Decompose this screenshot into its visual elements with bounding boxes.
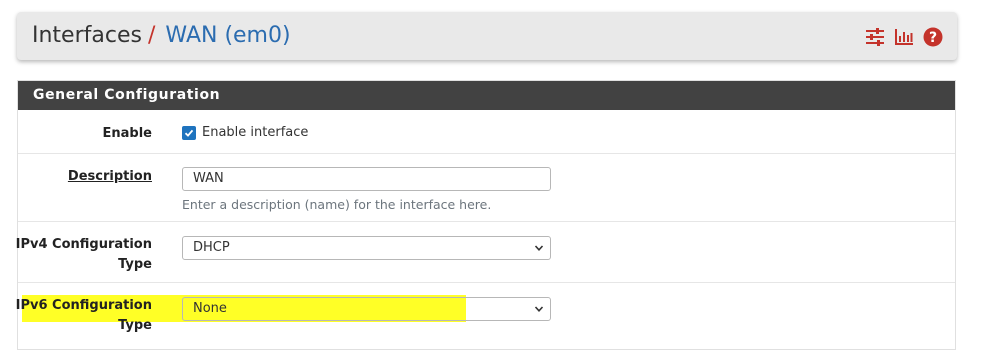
ipv6-selected-value: None bbox=[193, 301, 227, 316]
breadcrumb-interfaces[interactable]: Interfaces bbox=[32, 23, 142, 48]
description-label-text: Description bbox=[67, 169, 152, 184]
enable-row: Enable Enable interface bbox=[18, 110, 955, 154]
description-row: Description WAN Enter a description (nam… bbox=[18, 154, 955, 222]
ipv6-configuration-type-select[interactable]: None bbox=[182, 297, 551, 321]
breadcrumb-bar: Interfaces / WAN (em0) ? bbox=[17, 12, 957, 60]
enable-label: Enable bbox=[102, 126, 153, 141]
ipv4-selected-value: DHCP bbox=[193, 240, 230, 255]
description-field: WAN Enter a description (name) for the i… bbox=[182, 167, 551, 212]
header-actions: ? bbox=[865, 26, 943, 48]
checkmark-icon bbox=[184, 129, 194, 137]
chevron-down-icon bbox=[534, 245, 544, 251]
ipv4-label-line1: IPv4 Configuration bbox=[15, 237, 152, 252]
chevron-down-icon bbox=[534, 306, 544, 312]
description-input[interactable]: WAN bbox=[182, 167, 551, 191]
panel-title: General Configuration bbox=[18, 81, 955, 110]
enable-interface-label: Enable interface bbox=[202, 125, 309, 140]
svg-text:?: ? bbox=[929, 30, 937, 46]
description-label: Description bbox=[2, 167, 152, 187]
sliders-icon[interactable] bbox=[865, 27, 885, 47]
breadcrumb-current-page[interactable]: WAN (em0) bbox=[165, 23, 290, 48]
breadcrumb: Interfaces / WAN (em0) bbox=[32, 22, 291, 52]
ipv6-configuration-type-label: IPv6 Configuration Type bbox=[2, 296, 152, 336]
ipv4-configuration-type-label: IPv4 Configuration Type bbox=[2, 235, 152, 275]
ipv4-configuration-type-field: DHCP bbox=[182, 236, 551, 260]
ipv6-label-line2: Type bbox=[118, 318, 152, 333]
ipv6-configuration-type-row: IPv6 Configuration Type None bbox=[16, 283, 955, 351]
help-icon[interactable]: ? bbox=[923, 27, 943, 47]
ipv4-configuration-type-row: IPv4 Configuration Type DHCP bbox=[16, 222, 955, 283]
enable-field: Enable interface bbox=[182, 125, 308, 140]
ipv6-label-line1: IPv6 Configuration bbox=[15, 298, 152, 313]
ipv4-configuration-type-select[interactable]: DHCP bbox=[182, 236, 551, 260]
breadcrumb-separator: / bbox=[147, 23, 156, 48]
enable-interface-option[interactable]: Enable interface bbox=[182, 125, 308, 140]
enable-interface-checkbox[interactable] bbox=[182, 125, 196, 140]
description-help-text: Enter a description (name) for the inter… bbox=[182, 197, 492, 212]
ipv4-label-line2: Type bbox=[118, 257, 152, 272]
bar-chart-icon[interactable] bbox=[894, 27, 914, 47]
ipv6-configuration-type-field: None bbox=[182, 297, 551, 321]
general-configuration-panel: General Configuration Enable Enable inte… bbox=[16, 80, 956, 351]
